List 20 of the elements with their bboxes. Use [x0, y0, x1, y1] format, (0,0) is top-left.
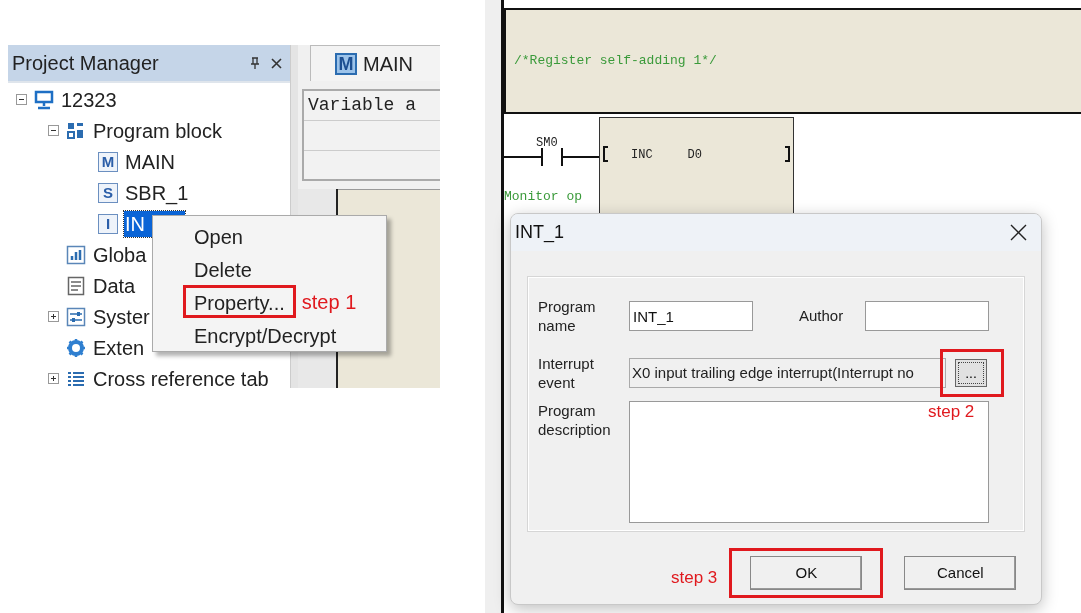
- program-icon: M: [98, 151, 118, 172]
- dialog-title: INT_1: [515, 221, 566, 245]
- field-label: Program description: [538, 401, 612, 439]
- operand: D0: [687, 147, 702, 164]
- field-label: Program name: [538, 297, 597, 335]
- panel-title: Project Manager: [12, 51, 160, 76]
- program-icon: I: [98, 213, 118, 234]
- annotation-label: step 2: [928, 401, 975, 423]
- comment-text: /*Register self-adding 1*/: [514, 52, 717, 71]
- field-label: Interrupt event: [538, 354, 595, 392]
- tab-label: MAIN: [363, 51, 413, 77]
- annotation-label: step 1: [301, 289, 357, 315]
- contact-comment: Monitor op: [504, 188, 582, 206]
- field-label: Author: [799, 305, 845, 326]
- program-icon: S: [98, 182, 118, 203]
- annotation-label: step 3: [671, 567, 718, 590]
- program-icon: M: [335, 52, 357, 75]
- column-header: Variable a: [308, 94, 417, 117]
- instruction-name: INC: [631, 147, 653, 164]
- contact-label: SM0: [536, 135, 558, 152]
